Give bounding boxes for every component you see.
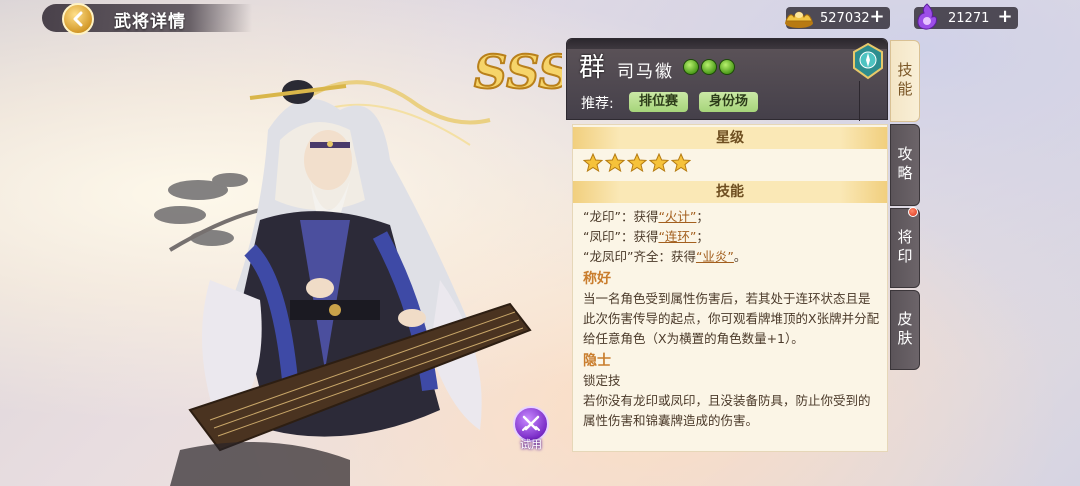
- gem-currency: 21271 +: [914, 3, 1018, 30]
- skill-title: 隐士: [583, 353, 611, 369]
- skill-tag: 锁定技: [583, 373, 621, 388]
- star-icon: [671, 153, 691, 173]
- chevron-left-icon: [73, 11, 83, 27]
- skill-link-huoji[interactable]: “火计”: [658, 209, 696, 224]
- detail-panel: 星级 技能 “龙印”：获得“火计”； “凤印”：获得“连环”； “龙凤印”齐全：…: [572, 124, 888, 452]
- tab-seal[interactable]: 将印: [890, 208, 920, 288]
- hp-indicator: [683, 59, 735, 75]
- star-icon: [583, 153, 603, 173]
- crossed-swords-icon: [522, 415, 540, 431]
- character-portrait: [154, 80, 532, 486]
- skill-line: “凤印”：获得“连环”；: [583, 229, 709, 244]
- hp-dot: [701, 59, 717, 75]
- skill-link-lianhuan[interactable]: “连环”: [658, 229, 696, 244]
- back-button[interactable]: [62, 3, 94, 35]
- star-icon: [627, 153, 647, 173]
- gold-currency: 527032 +: [785, 7, 890, 29]
- skill-description-scroll[interactable]: “龙印”：获得“火计”； “凤印”：获得“连环”； “龙凤印”齐全：获得“业炎”…: [583, 207, 881, 451]
- star-rating: [583, 153, 691, 173]
- star-icon: [649, 153, 669, 173]
- gem-value: 21271: [948, 10, 990, 26]
- grade-sss-badge: SSS: [473, 44, 562, 100]
- character-name-card: 群 司马徽 推荐: 排位赛 身份场: [566, 38, 888, 121]
- tab-skills[interactable]: 技能: [890, 40, 920, 122]
- faction-emblem: 群: [578, 53, 605, 83]
- purple-flame-icon: [917, 3, 937, 30]
- compass-badge-icon[interactable]: [852, 42, 884, 80]
- tab-guide[interactable]: 攻略: [890, 124, 920, 206]
- add-gem-button[interactable]: +: [996, 8, 1014, 27]
- try-button[interactable]: 试用: [512, 406, 550, 452]
- recommend-tag-identity[interactable]: 身份场: [699, 92, 759, 112]
- star-section-header: 星级: [573, 127, 887, 149]
- top-bar: 武将详情 527032 + 21271 +: [0, 0, 1080, 36]
- skill-link-yeyan[interactable]: “业炎”: [696, 249, 734, 264]
- skill-line: “龙印”：获得“火计”；: [583, 209, 709, 224]
- hp-dot: [683, 59, 699, 75]
- skill-desc: 若你没有龙印或凤印，且没装备防具，防止你受到的属性伤害和锦囊牌造成的伤害。: [583, 393, 871, 428]
- tab-skins[interactable]: 皮肤: [890, 290, 920, 370]
- skill-line: “龙凤印”齐全：获得“业炎”。: [583, 249, 747, 264]
- gold-ingot-icon: [785, 11, 813, 28]
- page-title: 武将详情: [114, 12, 186, 32]
- skill-desc: 当一名角色受到属性伤害后，若其处于连环状态且是此次伤害传导的起点，你可观看牌堆顶…: [583, 291, 880, 346]
- notification-dot: [908, 207, 918, 217]
- character-name: 司马徽: [617, 62, 674, 82]
- recommend-label: 推荐:: [581, 96, 614, 112]
- grade-text: SSS: [474, 45, 562, 99]
- star-icon: [605, 153, 625, 173]
- hp-dot: [719, 59, 735, 75]
- recommend-tag-ranked[interactable]: 排位赛: [629, 92, 689, 112]
- try-label: 试用: [520, 438, 542, 451]
- pine-branch-decoration: [154, 173, 261, 252]
- gold-value: 527032: [820, 10, 870, 26]
- add-gold-button[interactable]: +: [868, 8, 886, 27]
- skill-title: 称好: [583, 271, 611, 287]
- skill-section-header: 技能: [573, 181, 887, 203]
